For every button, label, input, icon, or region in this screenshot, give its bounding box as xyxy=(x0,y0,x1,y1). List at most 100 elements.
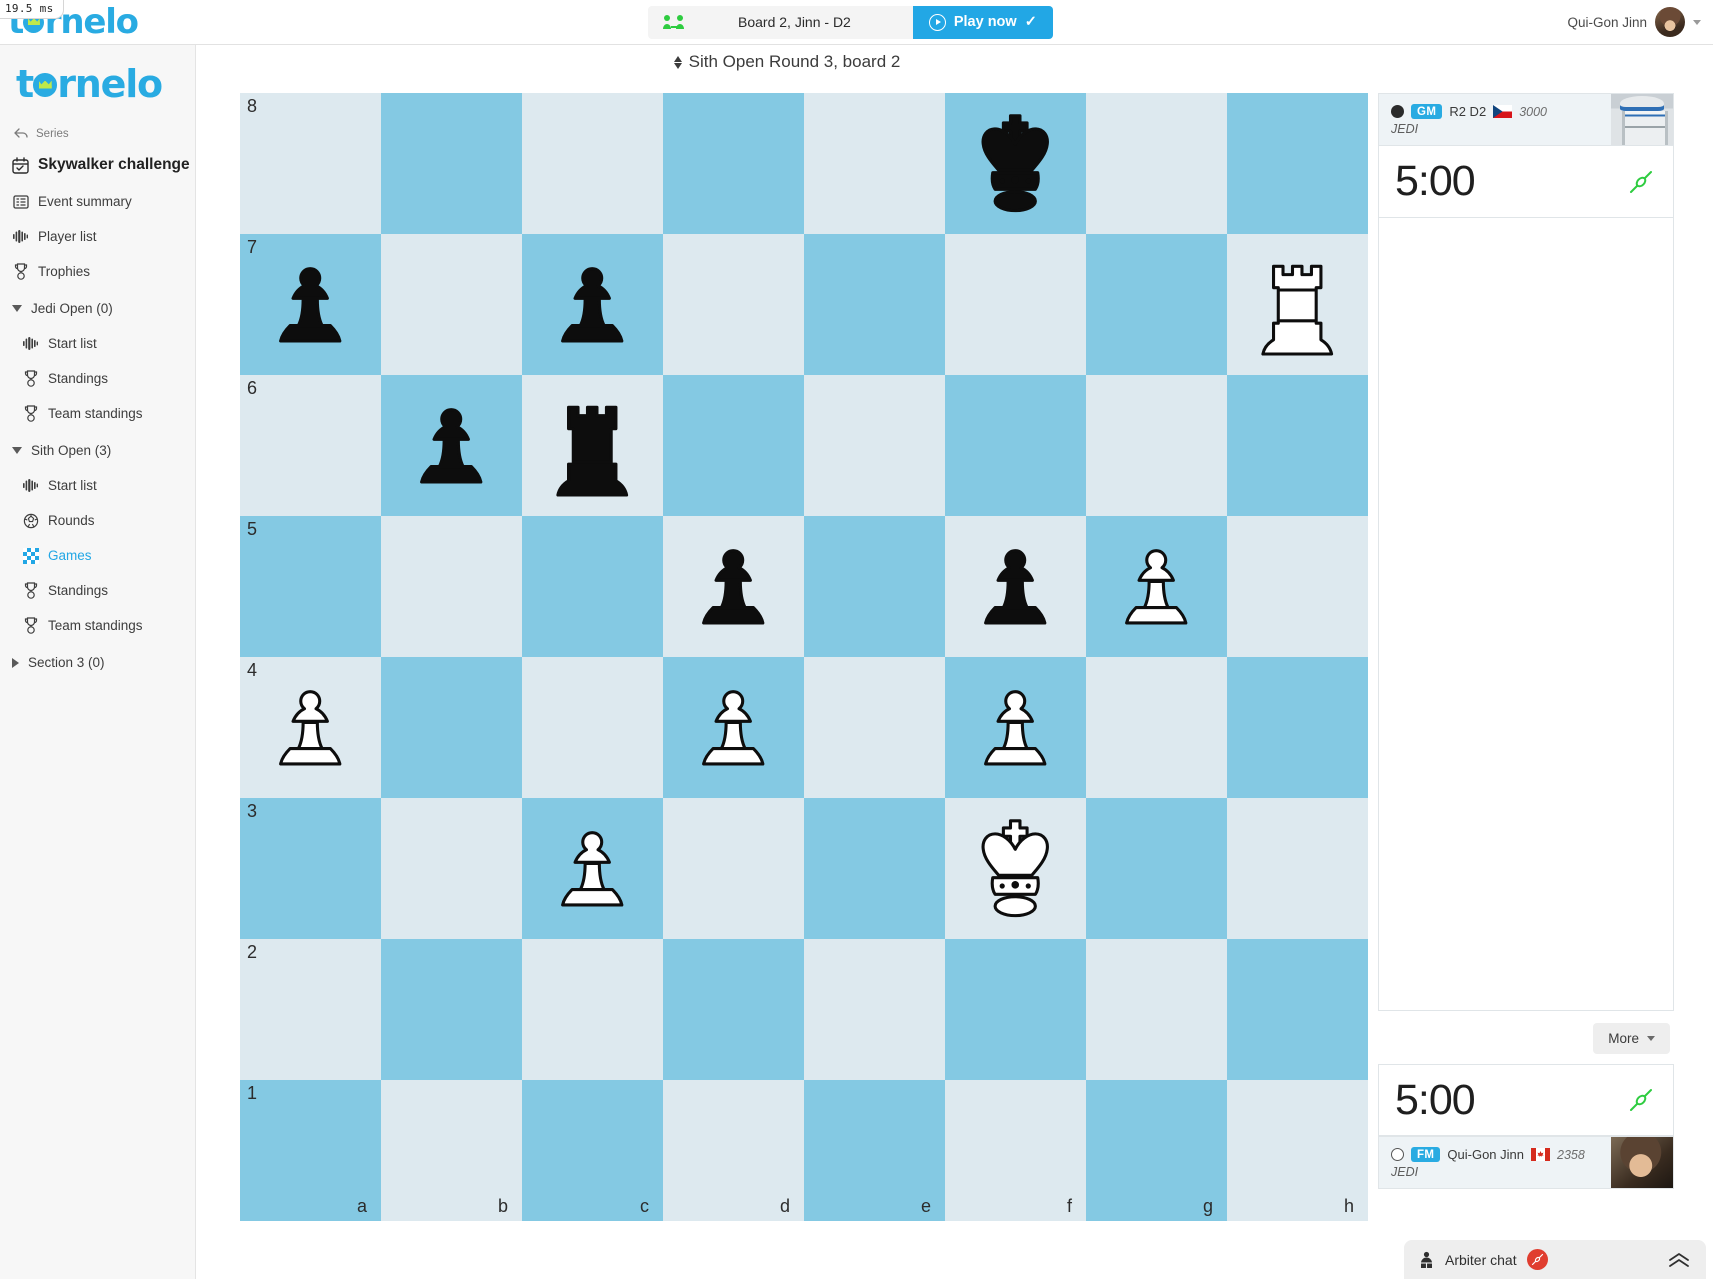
board-square-b8[interactable] xyxy=(381,93,522,234)
sidebar-item-player-list[interactable]: Player list xyxy=(0,219,195,254)
user-menu[interactable]: Qui-Gon Jinn xyxy=(1567,7,1713,37)
board-square-h2[interactable] xyxy=(1227,939,1368,1080)
sidebar-item-sith-rounds[interactable]: Rounds xyxy=(0,503,195,538)
board-square-g4[interactable] xyxy=(1086,657,1227,798)
board-square-a4[interactable]: 4 xyxy=(240,657,381,798)
board-square-c6[interactable] xyxy=(522,375,663,516)
chess-piece-wp[interactable] xyxy=(533,809,651,927)
sidebar-item-sith-standings[interactable]: Standings xyxy=(0,573,195,608)
board-square-f3[interactable] xyxy=(945,798,1086,939)
sidebar-item-event-summary[interactable]: Event summary xyxy=(0,184,195,219)
board-square-e3[interactable] xyxy=(804,798,945,939)
board-square-b7[interactable] xyxy=(381,234,522,375)
board-square-e6[interactable] xyxy=(804,375,945,516)
chess-piece-br[interactable] xyxy=(533,386,651,504)
board-square-a1[interactable]: 1a xyxy=(240,1080,381,1221)
board-square-c4[interactable] xyxy=(522,657,663,798)
board-square-e1[interactable]: e xyxy=(804,1080,945,1221)
sidebar-item-jedi-standings[interactable]: Standings xyxy=(0,361,195,396)
sidebar-item-jedi-team-standings[interactable]: Team standings xyxy=(0,396,195,431)
chess-piece-bp[interactable] xyxy=(392,386,510,504)
board-square-c5[interactable] xyxy=(522,516,663,657)
board-square-b1[interactable]: b xyxy=(381,1080,522,1221)
board-selector-pill[interactable]: Board 2, Jinn - D2 Play now ✓ xyxy=(648,5,1053,39)
board-square-c8[interactable] xyxy=(522,93,663,234)
sidebar-item-sith-games[interactable]: Games xyxy=(0,538,195,573)
sidebar-item-trophies[interactable]: Trophies xyxy=(0,254,195,289)
board-square-f2[interactable] xyxy=(945,939,1086,1080)
board-square-f4[interactable] xyxy=(945,657,1086,798)
board-square-f1[interactable]: f xyxy=(945,1080,1086,1221)
board-square-h3[interactable] xyxy=(1227,798,1368,939)
board-square-c7[interactable] xyxy=(522,234,663,375)
chess-piece-wp[interactable] xyxy=(956,668,1074,786)
board-square-h1[interactable]: h xyxy=(1227,1080,1368,1221)
board-square-a2[interactable]: 2 xyxy=(240,939,381,1080)
chessboard[interactable]: 8 76543 21abcdefgh xyxy=(240,93,1368,1221)
sidebar-item-sith-start-list[interactable]: Start list xyxy=(0,468,195,503)
sidebar-group-jedi-open[interactable]: Jedi Open (0) xyxy=(0,289,195,326)
chess-piece-bk[interactable] xyxy=(956,104,1074,222)
board-square-h4[interactable] xyxy=(1227,657,1368,798)
chess-piece-wp[interactable] xyxy=(674,668,792,786)
move-list[interactable] xyxy=(1378,218,1674,1011)
chess-piece-wp[interactable] xyxy=(1097,527,1215,645)
board-square-g8[interactable] xyxy=(1086,93,1227,234)
board-square-b3[interactable] xyxy=(381,798,522,939)
board-square-a3[interactable]: 3 xyxy=(240,798,381,939)
board-square-g3[interactable] xyxy=(1086,798,1227,939)
board-square-d4[interactable] xyxy=(663,657,804,798)
board-square-a7[interactable]: 7 xyxy=(240,234,381,375)
board-square-h6[interactable] xyxy=(1227,375,1368,516)
board-square-b6[interactable] xyxy=(381,375,522,516)
board-square-d5[interactable] xyxy=(663,516,804,657)
board-square-g7[interactable] xyxy=(1086,234,1227,375)
board-square-e7[interactable] xyxy=(804,234,945,375)
board-square-b5[interactable] xyxy=(381,516,522,657)
board-square-h5[interactable] xyxy=(1227,516,1368,657)
board-square-g5[interactable] xyxy=(1086,516,1227,657)
board-square-e8[interactable] xyxy=(804,93,945,234)
board-square-e5[interactable] xyxy=(804,516,945,657)
board-square-d3[interactable] xyxy=(663,798,804,939)
board-square-f8[interactable] xyxy=(945,93,1086,234)
double-chevron-up-icon[interactable] xyxy=(1666,1250,1692,1270)
chess-piece-bp[interactable] xyxy=(674,527,792,645)
chevron-down-icon[interactable] xyxy=(1693,19,1701,25)
board-square-e2[interactable] xyxy=(804,939,945,1080)
chess-piece-bp[interactable] xyxy=(251,245,369,363)
more-button[interactable]: More xyxy=(1593,1023,1670,1054)
arbiter-chat-bar[interactable]: Arbiter chat xyxy=(1404,1240,1706,1279)
board-square-h7[interactable] xyxy=(1227,234,1368,375)
chess-piece-bp[interactable] xyxy=(956,527,1074,645)
play-now-button[interactable]: Play now ✓ xyxy=(912,5,1053,39)
board-square-a5[interactable]: 5 xyxy=(240,516,381,657)
sidebar-item-jedi-start-list[interactable]: Start list xyxy=(0,326,195,361)
board-square-g6[interactable] xyxy=(1086,375,1227,516)
chess-piece-wk[interactable] xyxy=(956,809,1074,927)
chess-piece-bp[interactable] xyxy=(533,245,651,363)
board-square-d7[interactable] xyxy=(663,234,804,375)
board-square-a8[interactable]: 8 xyxy=(240,93,381,234)
board-square-a6[interactable]: 6 xyxy=(240,375,381,516)
sidebar-event-title[interactable]: Skywalker challenge xyxy=(0,148,195,184)
board-square-d1[interactable]: d xyxy=(663,1080,804,1221)
board-square-d6[interactable] xyxy=(663,375,804,516)
board-square-d8[interactable] xyxy=(663,93,804,234)
board-square-g2[interactable] xyxy=(1086,939,1227,1080)
board-square-c1[interactable]: c xyxy=(522,1080,663,1221)
up-down-arrows-icon[interactable] xyxy=(673,55,682,69)
board-square-c3[interactable] xyxy=(522,798,663,939)
sidebar-item-sith-team-standings[interactable]: Team standings xyxy=(0,608,195,643)
brand-logo-sidebar[interactable]: t rnelo xyxy=(0,57,195,121)
chess-piece-wp[interactable] xyxy=(251,668,369,786)
board-square-e4[interactable] xyxy=(804,657,945,798)
sidebar-group-sith-open[interactable]: Sith Open (3) xyxy=(0,431,195,468)
sidebar-back-to-series[interactable]: Series xyxy=(0,121,195,148)
board-square-d2[interactable] xyxy=(663,939,804,1080)
board-square-b2[interactable] xyxy=(381,939,522,1080)
board-square-f6[interactable] xyxy=(945,375,1086,516)
board-square-h8[interactable] xyxy=(1227,93,1368,234)
board-header[interactable]: Sith Open Round 3, board 2 xyxy=(196,52,1378,72)
sidebar-group-section-3[interactable]: Section 3 (0) xyxy=(0,643,195,680)
